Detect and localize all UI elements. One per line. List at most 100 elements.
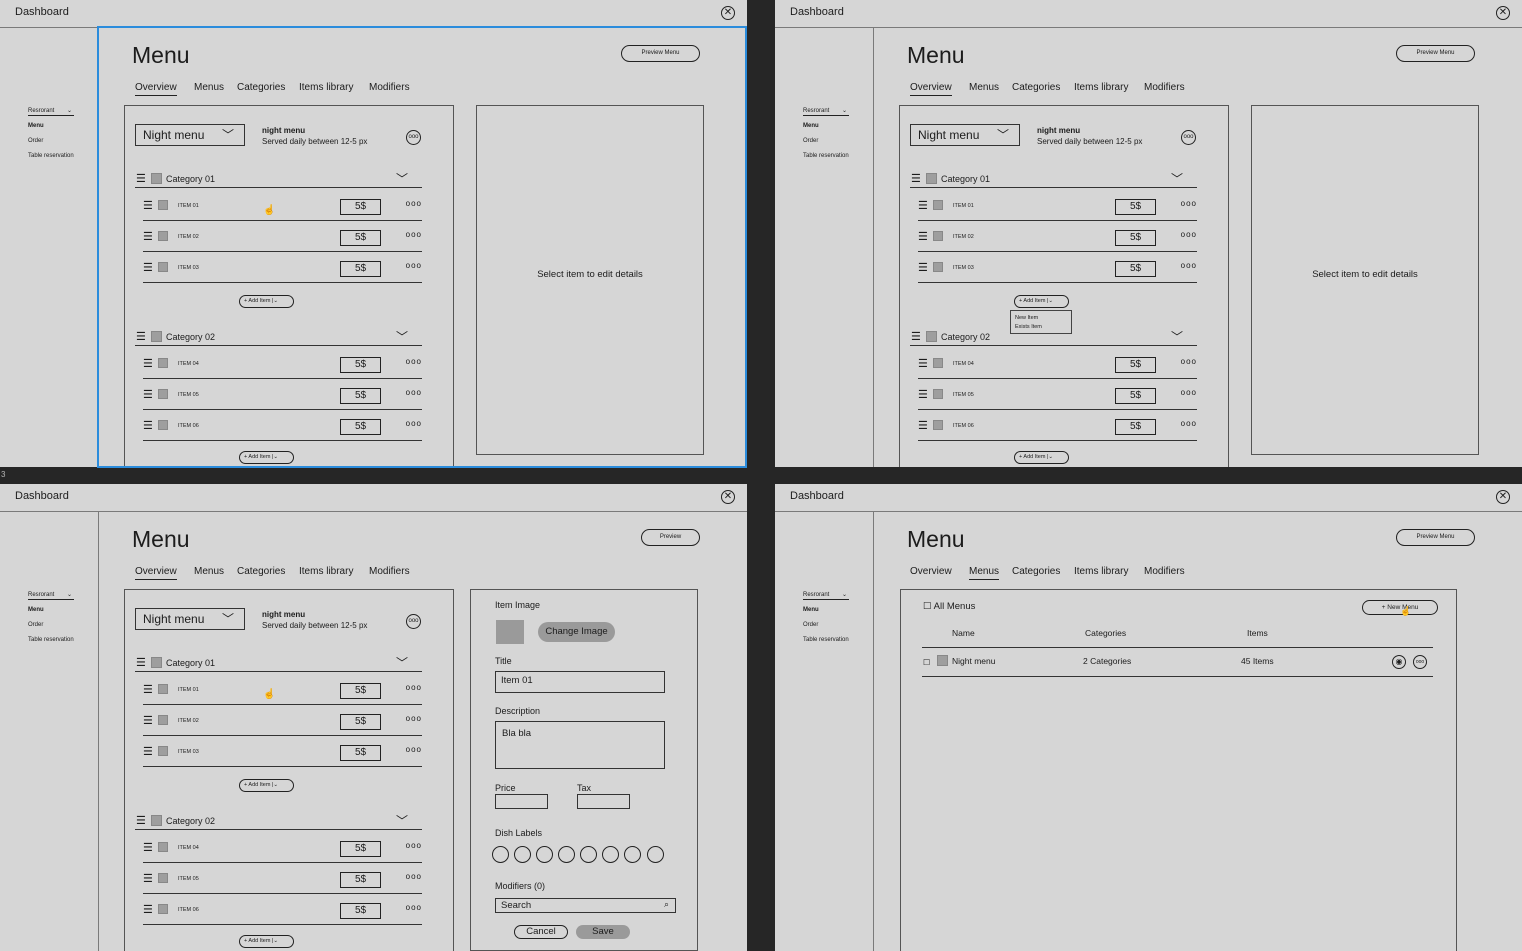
row-menu-name[interactable]: Night menu [952, 656, 995, 666]
item-row[interactable]: ☰ ITEM 04 5$ ooo [918, 349, 1197, 379]
item-row[interactable]: ☰ ITEM 05 5$ ooo [143, 380, 422, 410]
tab-modifiers[interactable]: Modifiers [369, 566, 410, 577]
category-row[interactable]: ☰ Category 01 ﹀ [135, 656, 422, 672]
sidebar-item-table-reservation[interactable]: Table reservation [28, 637, 74, 643]
item-row[interactable]: ☰ ITEM 04 5$ ooo [143, 833, 422, 863]
drag-handle-icon[interactable]: ☰ [143, 232, 153, 243]
menu-options-icon[interactable]: ooo [406, 614, 421, 629]
item-price[interactable]: 5$ [1115, 419, 1156, 435]
sidebar-item-menu[interactable]: Menu [28, 607, 44, 613]
title-input[interactable]: Item 01 [495, 671, 665, 693]
eye-icon[interactable]: ◉ [1392, 655, 1406, 669]
tab-menus[interactable]: Menus [969, 82, 999, 93]
all-menus-checkbox[interactable]: ☐ All Menus [923, 601, 975, 612]
drag-handle-icon[interactable]: ☰ [911, 174, 921, 185]
item-row[interactable]: ☰ ITEM 06 5$ ooo [918, 411, 1197, 441]
modifier-search-input[interactable]: Search ⌕ [495, 898, 676, 913]
chevron-down-icon[interactable]: ⌄ [273, 454, 278, 460]
restaurant-selector[interactable]: Resrorant ⌄ [28, 592, 74, 600]
drag-handle-icon[interactable]: ☰ [143, 263, 153, 274]
category-row[interactable]: ☰ Category 02 ﹀ [910, 330, 1197, 346]
menu-options-icon[interactable]: ooo [406, 130, 421, 145]
add-item-button[interactable]: + Add Item |⌄ [239, 295, 294, 308]
tab-overview[interactable]: Overview [910, 566, 952, 577]
tab-modifiers[interactable]: Modifiers [1144, 566, 1185, 577]
menu-selector[interactable]: Night menu ﹀ [135, 608, 245, 630]
chevron-down-icon[interactable]: ⌄ [1048, 298, 1053, 304]
chevron-down-icon[interactable]: ﹀ [396, 328, 408, 345]
sidebar-item-table-reservation[interactable]: Table reservation [803, 153, 849, 159]
drag-handle-icon[interactable]: ☰ [918, 421, 928, 432]
restaurant-selector[interactable]: Resrorant ⌄ [803, 592, 849, 600]
item-price[interactable]: 5$ [340, 872, 381, 888]
drag-handle-icon[interactable]: ☰ [136, 332, 146, 343]
tab-menus[interactable]: Menus [194, 566, 224, 577]
item-row[interactable]: ☰ ITEM 06 5$ ooo [143, 411, 422, 441]
item-row[interactable]: ☰ ITEM 01 5$ ooo [918, 191, 1197, 221]
chevron-down-icon[interactable]: ﹀ [396, 654, 408, 671]
drag-handle-icon[interactable]: ☰ [143, 685, 153, 696]
tab-categories[interactable]: Categories [237, 82, 285, 93]
chevron-down-icon[interactable]: ﹀ [396, 812, 408, 829]
preview-menu-button[interactable]: Preview Menu [1396, 529, 1475, 546]
menu-options-icon[interactable]: ooo [1181, 130, 1196, 145]
chevron-down-icon[interactable]: ﹀ [396, 170, 408, 187]
item-price[interactable]: 5$ [340, 419, 381, 435]
item-price[interactable]: 5$ [340, 714, 381, 730]
item-price[interactable]: 5$ [1115, 357, 1156, 373]
more-options-icon[interactable]: ooo [1181, 388, 1197, 397]
drag-handle-icon[interactable]: ☰ [143, 359, 153, 370]
item-price[interactable]: 5$ [340, 199, 381, 215]
drag-handle-icon[interactable]: ☰ [143, 390, 153, 401]
row-checkbox[interactable]: ☐ [923, 658, 930, 667]
preview-menu-button[interactable]: Preview Menu [621, 45, 700, 62]
item-price[interactable]: 5$ [340, 230, 381, 246]
item-row[interactable]: ☰ ITEM 06 5$ ooo [143, 895, 422, 925]
tab-modifiers[interactable]: Modifiers [1144, 82, 1185, 93]
more-options-icon[interactable]: ooo [406, 745, 422, 754]
tab-overview[interactable]: Overview [910, 82, 952, 96]
add-item-button[interactable]: + Add Item |⌄ [1014, 295, 1069, 308]
tab-menus[interactable]: Menus [969, 566, 1000, 580]
tab-categories[interactable]: Categories [237, 566, 285, 577]
more-options-icon[interactable]: ooo [406, 388, 422, 397]
category-row[interactable]: ☰ Category 01 ﹀ [910, 172, 1197, 188]
category-row[interactable]: ☰ Category 02 ﹀ [135, 814, 422, 830]
dish-label-toggle[interactable] [580, 846, 597, 863]
drag-handle-icon[interactable]: ☰ [918, 201, 928, 212]
drag-handle-icon[interactable]: ☰ [143, 905, 153, 916]
item-price[interactable]: 5$ [340, 745, 381, 761]
dish-label-toggle[interactable] [492, 846, 509, 863]
item-price[interactable]: 5$ [340, 357, 381, 373]
preview-menu-button[interactable]: Preview Menu [1396, 45, 1475, 62]
item-row[interactable]: ☰ ITEM 01 5$ ooo [143, 191, 422, 221]
item-price[interactable]: 5$ [340, 683, 381, 699]
more-options-icon[interactable]: ooo [406, 714, 422, 723]
more-options-icon[interactable]: ooo [406, 872, 422, 881]
item-row[interactable]: ☰ ITEM 03 5$ ooo [143, 253, 422, 283]
add-item-button[interactable]: + Add Item |⌄ [239, 935, 294, 948]
sidebar-item-table-reservation[interactable]: Table reservation [803, 637, 849, 643]
more-options-icon[interactable]: ooo [406, 841, 422, 850]
more-options-icon[interactable]: ooo [406, 683, 422, 692]
dropdown-option-new-item[interactable]: New Item [1015, 314, 1067, 323]
dish-label-toggle[interactable] [624, 846, 641, 863]
restaurant-selector[interactable]: Resrorant ⌄ [28, 108, 74, 116]
more-options-icon[interactable]: ooo [1181, 261, 1197, 270]
add-item-button[interactable]: + Add Item |⌄ [1014, 451, 1069, 464]
chevron-down-icon[interactable]: ﹀ [1171, 328, 1183, 345]
item-price[interactable]: 5$ [1115, 261, 1156, 277]
save-button[interactable]: Save [576, 925, 630, 939]
tab-overview[interactable]: Overview [135, 82, 177, 96]
chevron-down-icon[interactable]: ﹀ [1171, 170, 1183, 187]
tab-categories[interactable]: Categories [1012, 566, 1060, 577]
more-options-icon[interactable]: ooo [1181, 357, 1197, 366]
tab-menus[interactable]: Menus [194, 82, 224, 93]
sidebar-item-order[interactable]: Order [28, 622, 43, 628]
tab-items-library[interactable]: Items library [1074, 82, 1128, 93]
tab-items-library[interactable]: Items library [299, 566, 353, 577]
drag-handle-icon[interactable]: ☰ [918, 263, 928, 274]
more-options-icon[interactable]: ooo [406, 261, 422, 270]
drag-handle-icon[interactable]: ☰ [143, 843, 153, 854]
more-options-icon[interactable]: ooo [1181, 419, 1197, 428]
